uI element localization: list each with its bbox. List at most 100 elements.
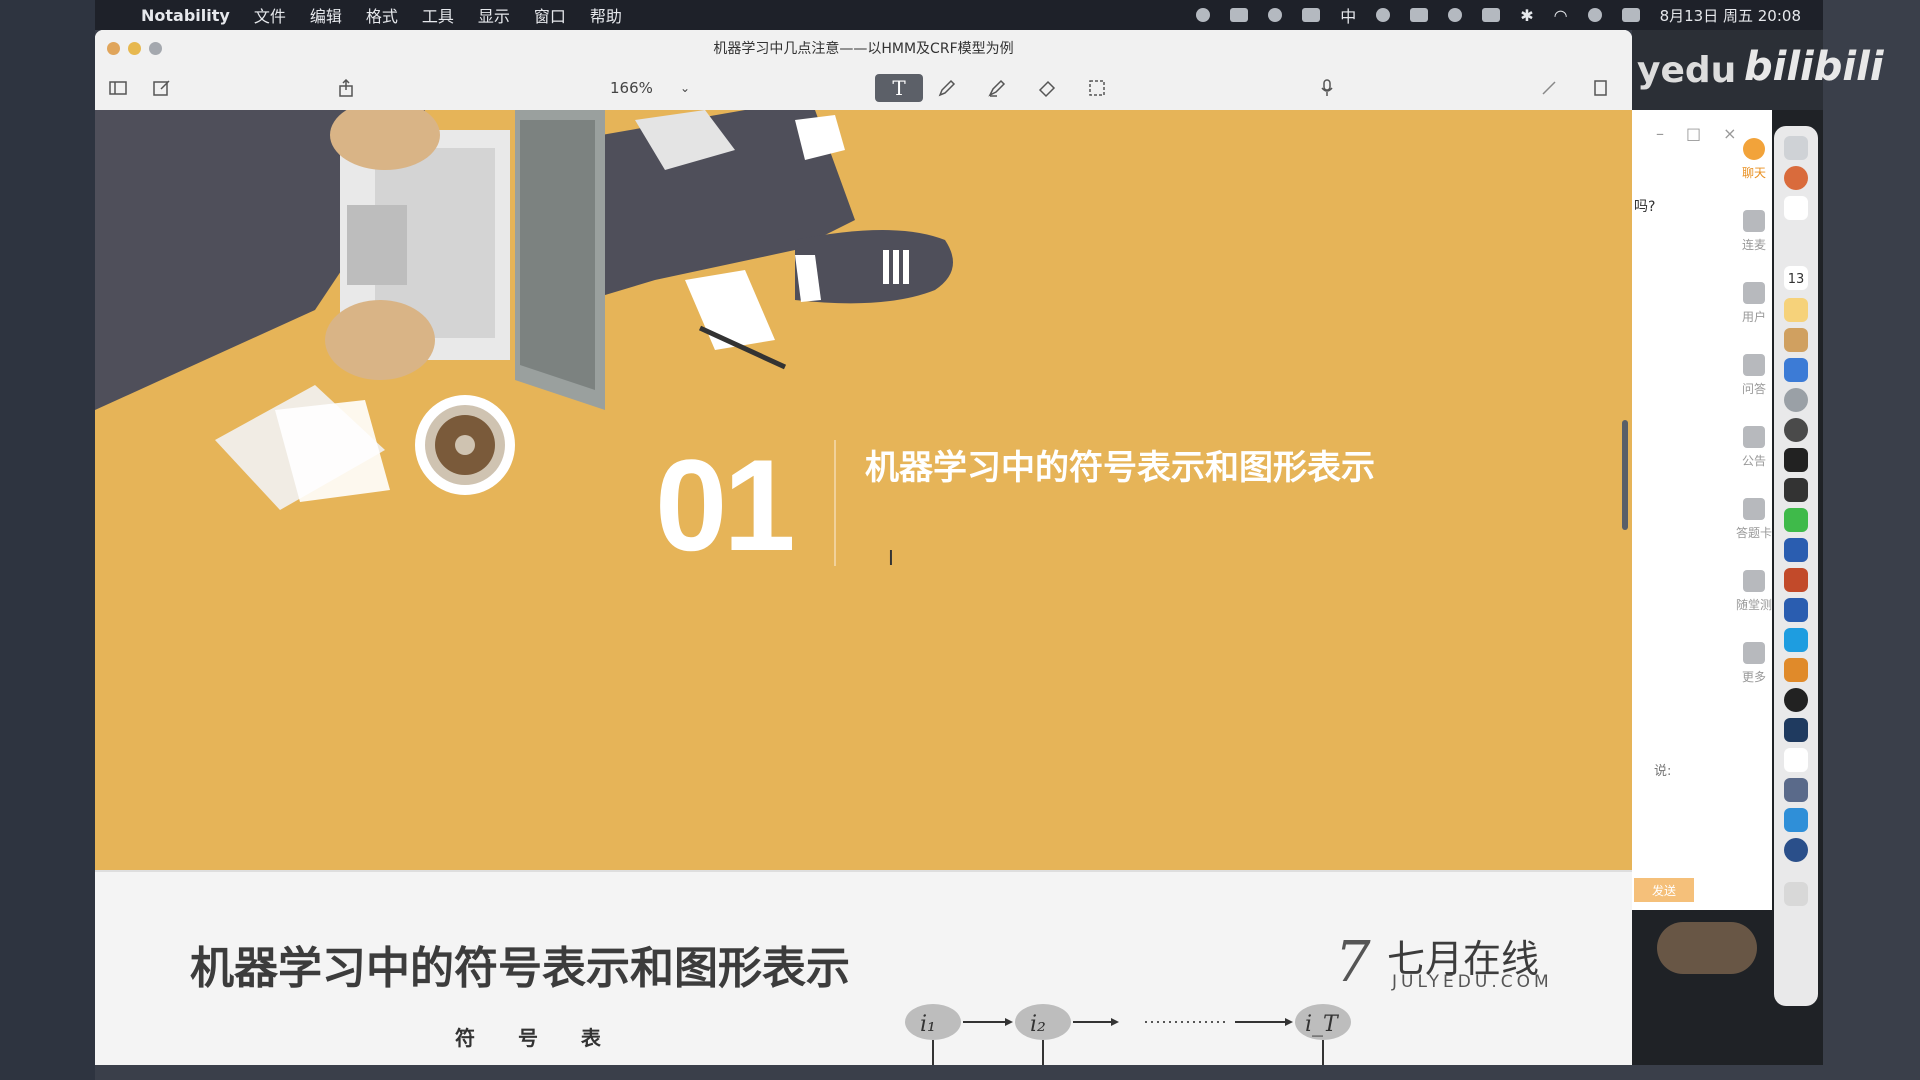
github-dock-icon[interactable]: [1784, 688, 1808, 712]
powerpoint-dock-icon[interactable]: [1784, 568, 1808, 592]
text-cursor-icon: I: [888, 546, 894, 570]
outlook-dock-icon[interactable]: [1784, 598, 1808, 622]
menu-tools[interactable]: 工具: [422, 3, 454, 27]
trash-dock-icon[interactable]: [1784, 882, 1808, 906]
new-note-icon[interactable]: [151, 77, 173, 99]
title-bar: 机器学习中几点注意——以HMM及CRF模型为例: [95, 30, 1632, 66]
eraser-tool-icon[interactable]: [1033, 74, 1061, 102]
vscode-dock-icon[interactable]: [1784, 358, 1808, 382]
screen-mirror-icon[interactable]: [1410, 8, 1429, 22]
wechat-dock-icon[interactable]: [1784, 508, 1808, 532]
terminal-dock-icon[interactable]: [1784, 448, 1808, 472]
chat-snippet: 吗?: [1634, 199, 1656, 215]
logo-english-text: JULYEDU.COM: [1392, 972, 1553, 992]
evernote-status-icon[interactable]: [1196, 8, 1211, 22]
elephant-status-icon[interactable]: [1376, 8, 1391, 22]
obs-dock-icon[interactable]: [1784, 418, 1808, 442]
app-dock: 13: [1774, 126, 1818, 1006]
nav-quiz[interactable]: 随堂测: [1732, 570, 1776, 613]
nav-connect-mic[interactable]: 连麦: [1732, 210, 1776, 253]
search-status-icon[interactable]: [1268, 8, 1283, 22]
hmm-chain-diagram: [905, 1004, 1351, 1065]
nav-chat[interactable]: 聊天: [1732, 138, 1776, 181]
microphone-icon[interactable]: [1313, 74, 1341, 102]
nav-users[interactable]: 用户: [1732, 282, 1776, 325]
pen-settings-icon[interactable]: [1535, 74, 1563, 102]
menu-format[interactable]: 格式: [366, 3, 398, 27]
bluetooth-icon[interactable]: ✱: [1520, 6, 1533, 25]
julyedu-logo-icon: 7: [1335, 930, 1371, 995]
menu-window[interactable]: 窗口: [534, 3, 566, 27]
share-icon[interactable]: [335, 77, 357, 99]
bus-dock-icon[interactable]: [1784, 778, 1808, 802]
section-number: 01: [655, 432, 796, 578]
typora-dock-icon[interactable]: [1784, 748, 1808, 772]
menu-view[interactable]: 显示: [478, 3, 510, 27]
cover-illustration: [95, 110, 953, 510]
menu-bar: Notability 文件 编辑 格式 工具 显示 窗口 帮助 中 ✱ ◠ 8月…: [95, 0, 1823, 30]
question-icon: [1743, 354, 1765, 376]
user-icon: [1743, 282, 1765, 304]
slide-symbol-representation[interactable]: 机器学习中的符号表示和图形表示 7 七月在线 JULYEDU.COM 符 号 表…: [95, 870, 1632, 1065]
answer-card-icon: [1743, 498, 1765, 520]
zoom-level[interactable]: 166%: [610, 79, 653, 97]
control-center-icon[interactable]: [1621, 8, 1640, 22]
calendar-day: 13: [1787, 272, 1805, 287]
hmm-node-label: i₂: [1030, 1012, 1046, 1037]
nav-answer-card[interactable]: 答题卡: [1732, 498, 1776, 541]
cloud-dock-icon[interactable]: [1784, 808, 1808, 832]
nav-more[interactable]: 更多: [1732, 642, 1776, 685]
wifi-icon[interactable]: ◠: [1554, 6, 1568, 25]
settings-dock-icon[interactable]: [1784, 388, 1808, 412]
hmm-node-label: i₁: [920, 1012, 936, 1037]
chrome-dock-icon[interactable]: [1784, 166, 1808, 190]
menu-help[interactable]: 帮助: [590, 3, 622, 27]
bilibili-watermark: bilibili: [1744, 44, 1884, 90]
qq-dock-icon[interactable]: [1784, 478, 1808, 502]
section-divider: [834, 440, 836, 566]
pen-dock-icon[interactable]: [1784, 838, 1808, 862]
pencil-tool-icon[interactable]: [933, 74, 961, 102]
input-method-label[interactable]: 中: [1340, 3, 1356, 27]
word-dock-icon[interactable]: [1784, 538, 1808, 562]
phone-icon: [1743, 210, 1765, 232]
menu-file[interactable]: 文件: [254, 3, 286, 27]
menubar-clock[interactable]: 8月13日 周五 20:08: [1660, 5, 1801, 26]
slide-section-cover[interactable]: 01 机器学习中的符号表示和图形表示 I: [95, 110, 1632, 870]
sidebar-toggle-icon[interactable]: [107, 77, 129, 99]
finder-dock-icon[interactable]: [1784, 136, 1808, 160]
live-class-panel: yedu bilibili –□× 吗? 聊天 连麦 用户 问答 公告 答题卡 …: [1632, 30, 1884, 1065]
notability-dock-icon[interactable]: [1784, 328, 1808, 352]
network-dock-icon[interactable]: [1784, 718, 1808, 742]
panel-header: yedu bilibili: [1632, 30, 1884, 110]
notes-dock-icon[interactable]: [1784, 298, 1808, 322]
mail-dock-icon[interactable]: [1784, 196, 1808, 220]
listen-dock-icon[interactable]: [1784, 658, 1808, 682]
nav-notice[interactable]: 公告: [1732, 426, 1776, 469]
status-area: 中 ✱ ◠ 8月13日 周五 20:08: [1196, 3, 1801, 27]
more-icon: [1743, 642, 1765, 664]
text-tool-button[interactable]: T: [875, 74, 923, 102]
slide-title: 机器学习中的符号表示和图形表示: [190, 943, 850, 994]
s-app-status-icon[interactable]: [1482, 8, 1501, 22]
app-dock-icon[interactable]: [1784, 628, 1808, 652]
page-view-icon[interactable]: [1587, 74, 1615, 102]
chat-input[interactable]: 说:: [1654, 760, 1671, 779]
lasso-select-icon[interactable]: [1083, 74, 1111, 102]
symbol-table-label: 符 号 表: [455, 1026, 619, 1050]
hmm-node-label: i_T: [1305, 1012, 1338, 1037]
vertical-scrollbar[interactable]: [1622, 420, 1628, 530]
highlighter-tool-icon[interactable]: [983, 74, 1011, 102]
send-button[interactable]: 发送: [1634, 878, 1694, 902]
menu-edit[interactable]: 编辑: [310, 3, 342, 27]
document-title: 机器学习中几点注意——以HMM及CRF模型为例: [713, 41, 1014, 57]
keyboard-status-icon[interactable]: [1230, 8, 1249, 22]
notice-icon: [1743, 426, 1765, 448]
toolbar: 166% ⌄ T: [95, 66, 1632, 111]
nav-qa[interactable]: 问答: [1732, 354, 1776, 397]
menu-app-name[interactable]: Notability: [141, 6, 230, 25]
spotlight-icon[interactable]: [1587, 8, 1602, 22]
chevron-down-icon[interactable]: ⌄: [680, 81, 690, 95]
app-status-icon[interactable]: [1302, 8, 1321, 22]
play-status-icon[interactable]: [1448, 8, 1463, 22]
